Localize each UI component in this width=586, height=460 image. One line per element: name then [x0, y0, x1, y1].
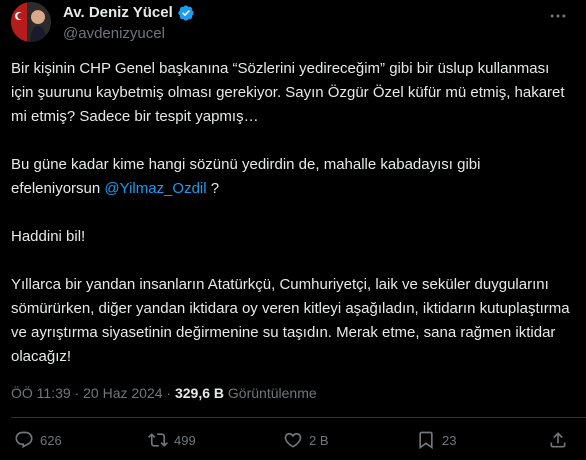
view-count-label: Görüntülenme	[227, 385, 317, 401]
tweet-paragraph-2-suffix: ?	[206, 180, 220, 197]
reply-icon	[15, 431, 33, 449]
author-name[interactable]: Av. Deniz Yücel	[63, 4, 173, 22]
like-button[interactable]: 2 B	[283, 430, 329, 450]
tweet-date[interactable]: 20 Haz 2024	[83, 385, 162, 401]
tweet-time[interactable]: ÖÖ 11:39	[11, 385, 71, 401]
like-icon	[284, 432, 302, 448]
meta-separator-2: ·	[166, 385, 172, 401]
tweet-meta: ÖÖ 11:39 · 20 Haz 2024 · 329,6 B Görüntü…	[11, 383, 317, 403]
avatar-image	[11, 2, 51, 42]
reply-button[interactable]: 626	[14, 430, 62, 450]
bookmark-button[interactable]: 23	[416, 430, 456, 450]
tweet-paragraph-1: Bir kişinin CHP Genel başkanına “Sözleri…	[11, 60, 565, 125]
author-name-row: Av. Deniz Yücel	[63, 4, 195, 22]
share-icon	[550, 432, 566, 448]
tweet-paragraph-4: Yıllarca bir yandan insanların Atatürkçü…	[11, 276, 570, 365]
meta-separator-1: ·	[74, 385, 80, 401]
like-count: 2 B	[309, 432, 329, 448]
reply-count: 626	[40, 432, 62, 448]
author-handle[interactable]: @avdenizyucel	[63, 25, 165, 43]
tweet-text: Bir kişinin CHP Genel başkanına “Sözleri…	[11, 57, 571, 393]
verified-badge-icon	[177, 4, 195, 22]
more-icon[interactable]	[548, 6, 568, 26]
tweet-paragraph-2: Bu güne kadar kime hangi sözünü yedirdin…	[11, 153, 571, 201]
action-bar: 626 499 2 B 23	[0, 430, 586, 458]
tweet-paragraph-2-text: Bu güne kadar kime hangi sözünü yedirdin…	[11, 156, 481, 197]
repost-count: 499	[174, 432, 196, 448]
tweet-card: Av. Deniz Yücel @avdenizyucel Bir kişini…	[0, 0, 586, 460]
divider	[11, 417, 586, 418]
mention-link[interactable]: @Yilmaz_Ozdil	[104, 180, 206, 197]
bookmark-icon	[419, 431, 433, 450]
share-button[interactable]	[548, 430, 568, 450]
view-count: 329,6 B	[174, 385, 225, 401]
avatar[interactable]	[11, 2, 51, 42]
repost-button[interactable]: 499	[148, 430, 196, 450]
tweet-paragraph-3: Haddini bil!	[11, 228, 86, 245]
bookmark-count: 23	[442, 432, 457, 448]
repost-icon	[148, 433, 168, 447]
